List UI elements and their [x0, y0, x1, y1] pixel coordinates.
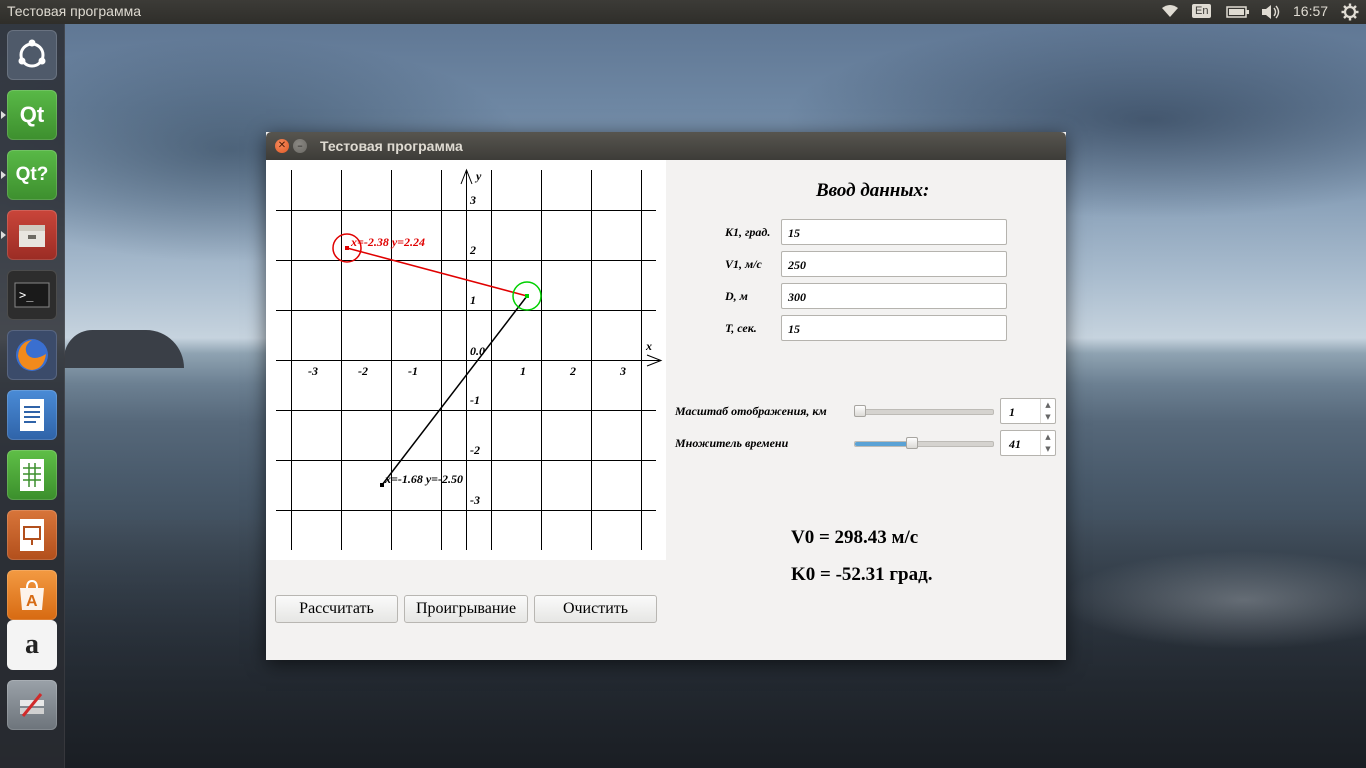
x-tick-label: -3	[308, 364, 318, 378]
scale-slider[interactable]	[854, 409, 994, 415]
time-spinbox-value: 41	[1009, 437, 1021, 451]
keyboard-layout-indicator[interactable]: En	[1192, 4, 1212, 18]
wifi-icon[interactable]	[1160, 3, 1180, 23]
calculate-button[interactable]: Рассчитать	[275, 595, 398, 623]
spin-up-icon[interactable]: ▲	[1040, 399, 1055, 411]
x-tick-label: 2	[569, 364, 576, 378]
y-tick-label: 2	[469, 243, 476, 257]
playback-button[interactable]: Проигрывание	[404, 595, 528, 623]
y-tick-label: 1	[470, 293, 476, 307]
target-point	[345, 246, 349, 250]
wallpaper-cliff	[64, 330, 184, 368]
svg-text:A: A	[26, 593, 38, 610]
scale-label: Масштаб отображения, км	[675, 404, 827, 418]
launcher: Qt Qt? >_ A a	[0, 24, 65, 768]
minimize-icon[interactable]: –	[293, 139, 307, 153]
time-slider-handle[interactable]	[905, 437, 918, 449]
trajectory-plot: x y 0.0 -3 -2 -1 1 2 3 3 2 1 -1 -2 -3 x=-2.38 y=2.24 x=-…	[266, 160, 666, 560]
libreoffice-impress-icon[interactable]	[7, 510, 57, 560]
ubuntu-dash-icon[interactable]	[7, 30, 57, 80]
top-panel: Тестовая программа En 16:57	[0, 0, 1366, 24]
start-coordinates-label: x=-1.68 y=-2.50	[384, 472, 463, 486]
time-multiplier-slider[interactable]	[854, 441, 994, 447]
start-point	[380, 483, 384, 487]
v1-label: V1, м/с	[725, 257, 762, 271]
y-tick-label: -1	[470, 393, 480, 407]
form-title: Ввод данных:	[816, 180, 930, 201]
clock[interactable]: 16:57	[1293, 3, 1328, 19]
target-trajectory-line	[346, 247, 528, 297]
k1-input[interactable]: 15	[781, 219, 1007, 245]
amazon-icon[interactable]: a	[7, 620, 57, 670]
active-app-title: Тестовая программа	[7, 3, 141, 19]
y-axis-label: y	[474, 169, 482, 183]
clear-button[interactable]: Очистить	[534, 595, 657, 623]
x-axis-label: x	[645, 339, 652, 353]
interceptor-trajectory-line	[381, 295, 528, 486]
system-settings-icon[interactable]	[7, 680, 57, 730]
window-client-area: x y 0.0 -3 -2 -1 1 2 3 3 2 1 -1 -2 -3 x=-2.38 y=2.24 x=-…	[266, 160, 1066, 660]
time-multiplier-label: Множитель времени	[675, 436, 789, 450]
scale-slider-handle[interactable]	[854, 405, 866, 417]
libreoffice-writer-icon[interactable]	[7, 390, 57, 440]
origin-label: 0.0	[470, 344, 485, 358]
x-tick-label: 3	[619, 364, 626, 378]
app-window: ✕ – Тестовая программа x y 0.0 -3 -2 -1 1 2 3 3 2 1…	[266, 132, 1066, 660]
window-title: Тестовая программа	[320, 138, 463, 154]
qt-creator-icon[interactable]: Qt	[1, 90, 57, 140]
d-label: D, м	[725, 289, 748, 303]
x-tick-label: -1	[408, 364, 418, 378]
k0-result: K0 = -52.31 град.	[791, 564, 933, 585]
x-tick-label: 1	[520, 364, 526, 378]
d-input[interactable]: 300	[781, 283, 1007, 309]
t-input[interactable]: 15	[781, 315, 1007, 341]
intercept-point	[525, 294, 529, 298]
spin-up-icon[interactable]: ▲	[1040, 431, 1055, 443]
y-tick-label: -3	[470, 493, 480, 507]
v1-input[interactable]: 250	[781, 251, 1007, 277]
software-center-icon[interactable]: A	[7, 570, 57, 620]
scale-spinbox-value: 1	[1009, 405, 1015, 419]
y-tick-label: 3	[469, 193, 476, 207]
y-tick-label: -2	[470, 443, 480, 457]
terminal-icon[interactable]: >_	[7, 270, 57, 320]
time-slider-fill	[855, 442, 913, 446]
close-icon[interactable]: ✕	[275, 139, 289, 153]
t-label: T, сек.	[725, 321, 757, 335]
plot-canvas: x y 0.0 -3 -2 -1 1 2 3 3 2 1 -1 -2 -3 x=-2.38 y=2.24 x=-…	[276, 168, 663, 550]
spin-down-icon[interactable]: ▼	[1040, 411, 1055, 423]
gear-icon[interactable]	[1341, 3, 1359, 25]
libreoffice-calc-icon[interactable]	[7, 450, 57, 500]
target-coordinates-label: x=-2.38 y=2.24	[350, 235, 425, 249]
v0-result: V0 = 298.43 м/с	[791, 527, 919, 548]
volume-icon[interactable]	[1260, 4, 1282, 24]
battery-icon[interactable]	[1226, 5, 1250, 23]
spin-down-icon[interactable]: ▼	[1040, 443, 1055, 455]
k1-label: K1, град.	[725, 225, 771, 239]
qt-assistant-icon[interactable]: Qt?	[1, 150, 57, 200]
firefox-icon[interactable]	[7, 330, 57, 380]
window-titlebar[interactable]: ✕ – Тестовая программа	[266, 132, 1066, 160]
svg-text:>_: >_	[19, 288, 34, 302]
x-tick-label: -2	[358, 364, 368, 378]
scale-spinbox[interactable]: 1 ▲ ▼	[1000, 398, 1056, 424]
file-manager-icon[interactable]	[1, 210, 57, 260]
time-spinbox[interactable]: 41 ▲ ▼	[1000, 430, 1056, 456]
